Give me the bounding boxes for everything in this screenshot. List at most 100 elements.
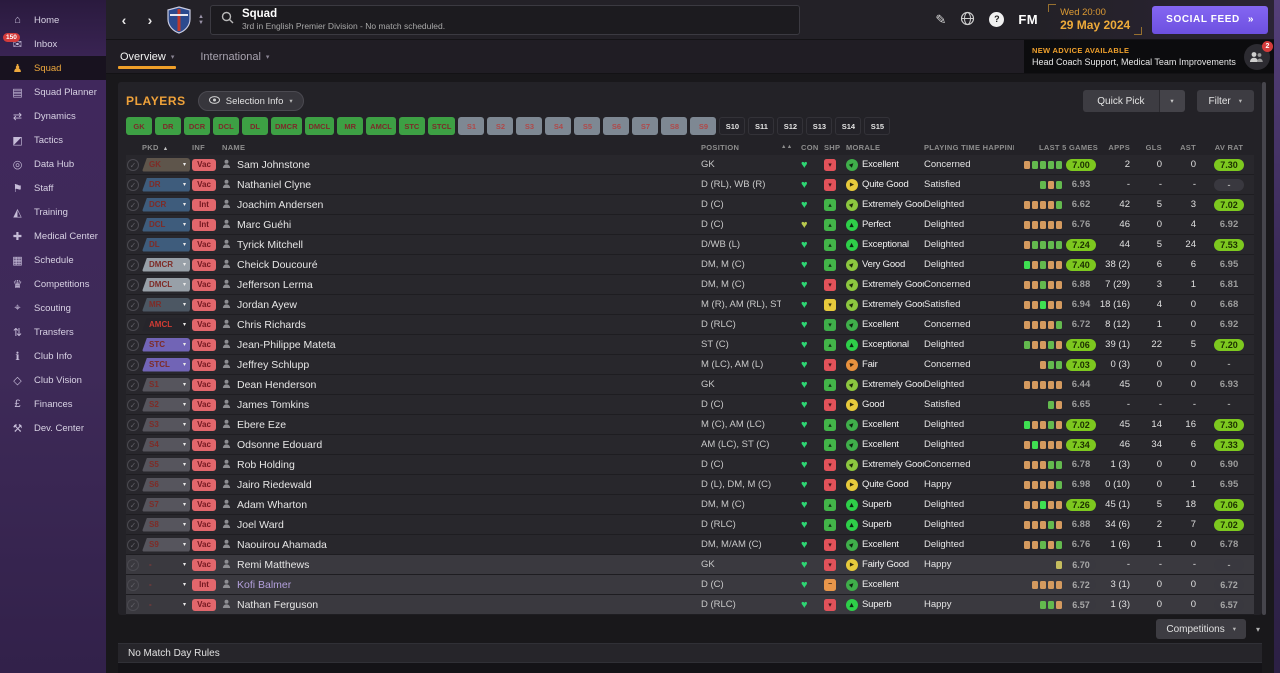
player-name[interactable]: Dean Henderson xyxy=(237,379,316,391)
help-icon[interactable]: ? xyxy=(989,12,1005,27)
player-name[interactable]: Joel Ward xyxy=(237,519,284,531)
player-name[interactable]: Nathaniel Clyne xyxy=(237,179,311,191)
table-row[interactable]: ✓ AMCL ▾ Vac Chris Richards D (RLC) ♥ ▾ ▶… xyxy=(126,315,1254,335)
position-filter-stc[interactable]: STC xyxy=(398,117,425,135)
sidebar-item-home[interactable]: ⌂ Home xyxy=(0,8,106,32)
row-checkbox[interactable]: ✓ xyxy=(127,298,139,311)
position-filter-s3[interactable]: S3 xyxy=(516,117,543,135)
position-filter-s1[interactable]: S1 xyxy=(458,117,485,135)
position-filter-amcl[interactable]: AMCL xyxy=(366,117,396,135)
panel-collapse-chevron[interactable]: ▾ xyxy=(1256,625,1260,634)
table-row[interactable]: ✓ S4 ▾ Vac Odsonne Edouard AM (LC), ST (C… xyxy=(126,435,1254,455)
table-row[interactable]: ✓ DCL ▾ Int Marc Guéhi D (C) ♥ ▴ ▶ Perfec… xyxy=(126,215,1254,235)
table-row[interactable]: ✓ DMCR ▾ Vac Cheick Doucouré DM, M (C) ♥ … xyxy=(126,255,1254,275)
picked-position-dropdown[interactable]: - ▾ xyxy=(142,558,190,572)
position-filter-s7[interactable]: S7 xyxy=(632,117,659,135)
column-header-name[interactable]: NAME xyxy=(218,143,701,152)
info-badge[interactable]: Int xyxy=(192,218,216,231)
picked-position-dropdown[interactable]: STCL ▾ xyxy=(142,357,190,372)
row-checkbox[interactable]: ✓ xyxy=(127,198,139,211)
row-checkbox[interactable]: ✓ xyxy=(127,338,139,351)
club-crest-icon[interactable] xyxy=(166,5,192,34)
position-filter-dr[interactable]: DR xyxy=(155,117,181,135)
sidebar-item-transfers[interactable]: ⇅ Transfers xyxy=(0,320,106,344)
picked-position-dropdown[interactable]: AMCL ▾ xyxy=(142,317,190,332)
table-row[interactable]: ✓ STCL ▾ Vac Jeffrey Schlupp M (LC), AM (… xyxy=(126,355,1254,375)
picked-position-dropdown[interactable]: S8 ▾ xyxy=(142,517,190,532)
picked-position-dropdown[interactable]: DMCR ▾ xyxy=(142,257,190,272)
position-filter-s2[interactable]: S2 xyxy=(487,117,514,135)
player-name[interactable]: Kofi Balmer xyxy=(237,579,291,591)
sidebar-item-medical-center[interactable]: ✚ Medical Center xyxy=(0,224,106,248)
row-checkbox[interactable]: ✓ xyxy=(127,158,139,171)
forward-button[interactable]: › xyxy=(140,10,160,30)
info-badge[interactable]: Vac xyxy=(192,498,216,511)
row-checkbox[interactable]: ✓ xyxy=(127,558,139,571)
table-row[interactable]: ✓ S1 ▾ Vac Dean Henderson GK ♥ ▴ ▶ Extrem… xyxy=(126,375,1254,395)
picked-position-dropdown[interactable]: - ▾ xyxy=(142,598,190,612)
table-row[interactable]: ✓ S2 ▾ Vac James Tomkins D (C) ♥ ▾ ▶ Good… xyxy=(126,395,1254,415)
row-checkbox[interactable]: ✓ xyxy=(127,318,139,331)
row-checkbox[interactable]: ✓ xyxy=(127,398,139,411)
info-badge[interactable]: Vac xyxy=(192,238,216,251)
table-row[interactable]: ✓ DMCL ▾ Vac Jefferson Lerma DM, M (C) ♥ … xyxy=(126,275,1254,295)
position-filter-s9[interactable]: S9 xyxy=(690,117,717,135)
table-row[interactable]: ✓ S3 ▾ Vac Ebere Eze M (C), AM (LC) ♥ ▴ ▶… xyxy=(126,415,1254,435)
position-filter-gk[interactable]: GK xyxy=(126,117,152,135)
picked-position-dropdown[interactable]: S1 ▾ xyxy=(142,377,190,392)
position-filter-mr[interactable]: MR xyxy=(337,117,364,135)
picked-position-dropdown[interactable]: DMCL ▾ xyxy=(142,277,190,292)
player-name[interactable]: Sam Johnstone xyxy=(237,159,310,171)
picked-position-dropdown[interactable]: S7 ▾ xyxy=(142,497,190,512)
quick-pick-dropdown[interactable]: ▾ xyxy=(1158,90,1185,112)
player-name[interactable]: Nathan Ferguson xyxy=(237,599,318,611)
sidebar-item-club-vision[interactable]: ◇ Club Vision xyxy=(0,368,106,392)
row-checkbox[interactable]: ✓ xyxy=(127,238,139,251)
picked-position-dropdown[interactable]: S3 ▾ xyxy=(142,417,190,432)
quick-pick-button[interactable]: Quick Pick ▾ xyxy=(1083,90,1185,112)
table-row[interactable]: ✓ S8 ▾ Vac Joel Ward D (RLC) ♥ ▴ ▶ Superb… xyxy=(126,515,1254,535)
info-badge[interactable]: Vac xyxy=(192,258,216,271)
player-name[interactable]: Tyrick Mitchell xyxy=(237,239,303,251)
table-row[interactable]: ✓ DL ▾ Vac Tyrick Mitchell D/WB (L) ♥ ▴ ▶… xyxy=(126,235,1254,255)
position-filter-s14[interactable]: S14 xyxy=(835,117,862,135)
position-filter-dcl[interactable]: DCL xyxy=(213,117,239,135)
player-name[interactable]: Naouirou Ahamada xyxy=(237,539,327,551)
position-filter-s15[interactable]: S15 xyxy=(864,117,891,135)
position-filter-dl[interactable]: DL xyxy=(242,117,268,135)
sidebar-item-tactics[interactable]: ◩ Tactics xyxy=(0,128,106,152)
selection-info-dropdown[interactable]: Selection Info ▾ xyxy=(197,91,304,111)
info-badge[interactable]: Vac xyxy=(192,278,216,291)
row-checkbox[interactable]: ✓ xyxy=(127,478,139,491)
table-scrollbar[interactable] xyxy=(1262,82,1266,615)
sidebar-item-schedule[interactable]: ▦ Schedule xyxy=(0,248,106,272)
picked-position-dropdown[interactable]: S5 ▾ xyxy=(142,457,190,472)
sidebar-item-squad-planner[interactable]: ▤ Squad Planner xyxy=(0,80,106,104)
sidebar-item-dev-center[interactable]: ⚒ Dev. Center xyxy=(0,416,106,440)
column-header-last5[interactable]: LAST 5 GAMES xyxy=(1014,143,1098,152)
row-checkbox[interactable]: ✓ xyxy=(127,538,139,551)
position-filter-dcr[interactable]: DCR xyxy=(184,117,210,135)
player-name[interactable]: Cheick Doucouré xyxy=(237,259,318,271)
column-header-playing-time[interactable]: PLAYING TIME HAPPINESS xyxy=(924,143,1014,152)
picked-position-dropdown[interactable]: S2 ▾ xyxy=(142,397,190,412)
info-badge[interactable]: Vac xyxy=(192,458,216,471)
info-badge[interactable]: Vac xyxy=(192,338,216,351)
info-badge[interactable]: Vac xyxy=(192,178,216,191)
player-name[interactable]: Chris Richards xyxy=(237,319,306,331)
info-badge[interactable]: Vac xyxy=(192,158,216,171)
position-filter-s5[interactable]: S5 xyxy=(574,117,601,135)
position-filter-s4[interactable]: S4 xyxy=(545,117,572,135)
player-name[interactable]: Joachim Andersen xyxy=(237,199,323,211)
player-name[interactable]: Jairo Riedewald xyxy=(237,479,312,491)
sidebar-item-scouting[interactable]: ⌖ Scouting xyxy=(0,296,106,320)
row-checkbox[interactable]: ✓ xyxy=(127,358,139,371)
info-badge[interactable]: Int xyxy=(192,578,216,591)
info-badge[interactable]: Vac xyxy=(192,438,216,451)
picked-position-dropdown[interactable]: DR ▾ xyxy=(142,177,190,192)
table-row[interactable]: ✓ S7 ▾ Vac Adam Wharton DM, M (C) ♥ ▴ ▶ S… xyxy=(126,495,1254,515)
picked-position-dropdown[interactable]: S4 ▾ xyxy=(142,437,190,452)
table-row[interactable]: ✓ S5 ▾ Vac Rob Holding D (C) ♥ ▾ ▶ Extrem… xyxy=(126,455,1254,475)
column-header-pkd[interactable]: PKD ▲ xyxy=(142,143,192,152)
info-badge[interactable]: Vac xyxy=(192,418,216,431)
